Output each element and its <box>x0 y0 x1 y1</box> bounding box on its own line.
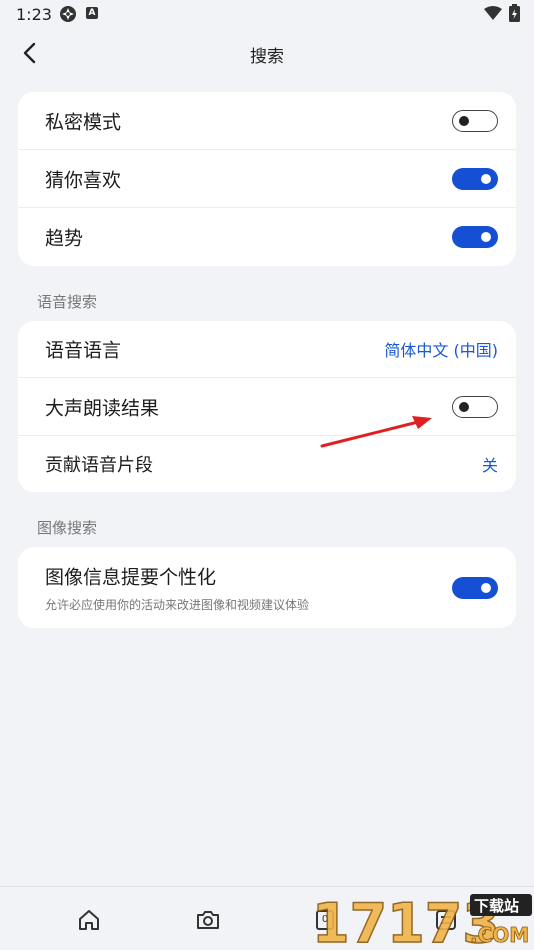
image-personalization-description: 允许必应使用你的活动来改进图像和视频建议体验 <box>45 598 310 612</box>
page-title: 搜索 <box>250 47 284 67</box>
image-search-card: 图像信息提要个性化 允许必应使用你的活动来改进图像和视频建议体验 <box>18 547 516 628</box>
watermark-logo: 17173 下载站 .COM <box>311 891 532 950</box>
trends-label: 趋势 <box>45 227 84 250</box>
private-mode-toggle[interactable] <box>452 109 498 132</box>
sync-icon <box>60 6 76 22</box>
recommendations-label: 猜你喜欢 <box>45 169 122 191</box>
wifi-icon <box>484 6 502 20</box>
watermark-label: 下载站 <box>474 897 519 915</box>
recommendations-toggle[interactable] <box>452 167 498 190</box>
home-icon <box>79 910 99 930</box>
trends-toggle[interactable] <box>452 226 498 248</box>
battery-icon <box>509 4 520 22</box>
read-aloud-label: 大声朗读结果 <box>45 397 160 419</box>
svg-text:.COM: .COM <box>470 923 529 947</box>
nav-home-button[interactable] <box>74 905 104 935</box>
contribute-voice-value[interactable]: 关 <box>482 452 498 476</box>
notification-a-icon: A <box>86 7 98 19</box>
private-mode-label: 私密模式 <box>45 111 122 133</box>
read-aloud-row[interactable]: 大声朗读结果 <box>18 378 516 436</box>
toggle-knob <box>481 582 491 593</box>
voice-language-label: 语音语言 <box>45 339 122 362</box>
camera-icon <box>197 911 219 929</box>
annotation-arrow <box>320 416 432 448</box>
nav-camera-button[interactable] <box>193 905 223 935</box>
image-personalization-row[interactable]: 图像信息提要个性化 允许必应使用你的活动来改进图像和视频建议体验 <box>18 547 516 628</box>
status-bar: 1:23 A <box>0 0 534 30</box>
toggle-knob <box>481 232 491 242</box>
read-aloud-toggle[interactable] <box>452 395 498 418</box>
voice-language-row[interactable]: 语音语言 简体中文 (中国) <box>18 321 516 378</box>
trends-row[interactable]: 趋势 <box>18 208 516 266</box>
general-settings-card: 私密模式 猜你喜欢 趋势 <box>18 92 516 266</box>
contribute-voice-row[interactable]: 贡献语音片段 关 <box>18 436 516 492</box>
toggle-knob <box>459 115 469 126</box>
voice-search-section-title: 语音搜索 <box>37 293 98 311</box>
image-personalization-label: 图像信息提要个性化 <box>45 566 217 589</box>
voice-search-card: 语音语言 简体中文 (中国) 大声朗读结果 贡献语音片段 关 <box>18 321 516 492</box>
status-time: 1:23 <box>16 5 52 24</box>
image-search-section-title: 图像搜索 <box>37 519 98 537</box>
image-personalization-toggle[interactable] <box>452 576 498 599</box>
contribute-voice-label: 贡献语音片段 <box>45 455 153 476</box>
private-mode-row[interactable]: 私密模式 <box>18 92 516 150</box>
toggle-knob <box>481 173 491 184</box>
header: 搜索 <box>0 30 534 76</box>
toggle-knob <box>459 401 469 412</box>
recommendations-row[interactable]: 猜你喜欢 <box>18 150 516 208</box>
voice-language-value[interactable]: 简体中文 (中国) <box>384 337 498 361</box>
